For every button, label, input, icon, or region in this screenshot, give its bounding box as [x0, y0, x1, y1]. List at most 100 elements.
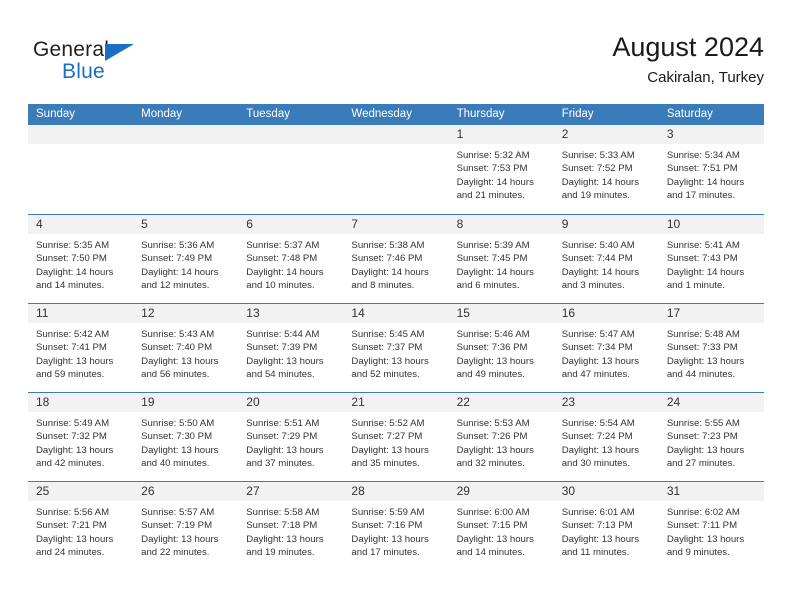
calendar-day-cell[interactable]: 8 Sunrise: 5:39 AM Sunset: 7:45 PM Daylight… — [448, 215, 554, 303]
day-number: 3 — [666, 127, 674, 141]
title-block: August 2024 Cakiralan, Turkey — [612, 30, 764, 89]
day-details: Sunrise: 5:47 AM Sunset: 7:34 PM Daylight:… — [554, 323, 659, 382]
page-title: August 2024 — [612, 32, 764, 62]
calendar-day-cell[interactable]: 27 Sunrise: 5:58 AM Sunset: 7:18 PM Dayligh… — [238, 482, 344, 570]
day-details: Sunrise: 5:59 AM Sunset: 7:16 PM Daylight:… — [343, 501, 448, 560]
calendar-day-cell[interactable]: 6 Sunrise: 5:37 AM Sunset: 7:48 PM Daylight… — [238, 215, 344, 303]
sunset-text: Sunset: 7:30 PM — [141, 431, 213, 443]
calendar-day-cell[interactable]: 16 Sunrise: 5:47 AM Sunset: 7:34 PM Dayligh… — [553, 304, 659, 392]
sunrise-text: Sunrise: 5:33 AM — [561, 150, 635, 161]
calendar-day-cell[interactable]: 12 Sunrise: 5:43 AM Sunset: 7:40 PM Dayligh… — [133, 304, 239, 392]
calendar-week-row: 11 Sunrise: 5:42 AM Sunset: 7:41 PM Dayligh… — [28, 303, 764, 392]
sunrise-text: Sunrise: 5:47 AM — [561, 329, 635, 340]
daylight-text-line1: Daylight: 13 hours — [561, 533, 640, 545]
day-number: 16 — [561, 306, 576, 320]
calendar-day-cell[interactable]: 11 Sunrise: 5:42 AM Sunset: 7:41 PM Dayligh… — [28, 304, 134, 392]
day-number-band: 17 — [658, 304, 764, 323]
day-number: 29 — [456, 484, 470, 498]
day-details — [133, 144, 238, 149]
daylight-text-line2: and 19 minutes. — [561, 190, 630, 202]
daylight-text-line1: Daylight: 13 hours — [561, 355, 640, 367]
sunset-text: Sunset: 7:23 PM — [666, 431, 738, 443]
sunset-text: Sunset: 7:39 PM — [246, 342, 318, 354]
day-number: 2 — [561, 127, 569, 141]
sunset-text: Sunset: 7:48 PM — [246, 253, 318, 265]
calendar-day-cell[interactable]: 23 Sunrise: 5:54 AM Sunset: 7:24 PM Dayligh… — [553, 393, 659, 481]
calendar-day-cell[interactable]: 22 Sunrise: 5:53 AM Sunset: 7:26 PM Dayligh… — [448, 393, 554, 481]
day-number-band: 3 — [658, 125, 764, 144]
day-number: 7 — [351, 217, 359, 231]
sunset-text: Sunset: 7:19 PM — [141, 520, 213, 532]
day-details — [28, 144, 133, 149]
sunrise-text: Sunrise: 5:51 AM — [246, 418, 320, 429]
calendar-day-cell[interactable]: 15 Sunrise: 5:46 AM Sunset: 7:36 PM Dayligh… — [448, 304, 554, 392]
sunset-text: Sunset: 7:13 PM — [561, 520, 633, 532]
daylight-text-line2: and 37 minutes. — [246, 458, 315, 470]
daylight-text-line1: Daylight: 14 hours — [561, 176, 640, 188]
calendar-day-cell[interactable]: 19 Sunrise: 5:50 AM Sunset: 7:30 PM Dayligh… — [133, 393, 239, 481]
day-number-band: 22 — [448, 393, 554, 412]
calendar-day-cell-empty — [133, 125, 239, 214]
calendar-day-cell[interactable]: 10 Sunrise: 5:41 AM Sunset: 7:43 PM Dayligh… — [658, 215, 764, 303]
calendar-day-cell[interactable]: 9 Sunrise: 5:40 AM Sunset: 7:44 PM Daylight… — [553, 215, 659, 303]
sunrise-text: Sunrise: 5:36 AM — [141, 240, 215, 251]
daylight-text-line1: Daylight: 13 hours — [141, 355, 219, 367]
day-number: 31 — [666, 484, 681, 498]
daylight-text-line1: Daylight: 13 hours — [36, 355, 114, 367]
calendar-day-cell[interactable]: 3 Sunrise: 5:34 AM Sunset: 7:51 PM Daylight… — [658, 125, 764, 214]
calendar-day-cell[interactable]: 13 Sunrise: 5:44 AM Sunset: 7:39 PM Dayligh… — [238, 304, 344, 392]
day-number: 4 — [36, 217, 43, 231]
calendar-day-cell[interactable]: 26 Sunrise: 5:57 AM Sunset: 7:19 PM Dayligh… — [133, 482, 239, 570]
calendar-day-cell[interactable]: 17 Sunrise: 5:48 AM Sunset: 7:33 PM Dayligh… — [658, 304, 764, 392]
day-number-band: 4 — [28, 215, 134, 234]
calendar-day-cell[interactable]: 25 Sunrise: 5:56 AM Sunset: 7:21 PM Dayligh… — [28, 482, 134, 570]
calendar-day-cell[interactable]: 18 Sunrise: 5:49 AM Sunset: 7:32 PM Dayligh… — [28, 393, 134, 481]
daylight-text-line2: and 10 minutes. — [246, 280, 315, 292]
weekday-header-sunday: Sunday — [36, 108, 76, 120]
sunrise-text: Sunrise: 5:59 AM — [351, 507, 425, 518]
day-number: 20 — [246, 395, 260, 409]
calendar-day-cell[interactable]: 4 Sunrise: 5:35 AM Sunset: 7:50 PM Daylight… — [28, 215, 134, 303]
weekday-header-wednesday: Wednesday — [351, 108, 412, 120]
page-subtitle: Cakiralan, Turkey — [647, 69, 764, 86]
day-number-band — [28, 125, 134, 144]
calendar-day-cell[interactable]: 21 Sunrise: 5:52 AM Sunset: 7:27 PM Dayligh… — [343, 393, 449, 481]
calendar-day-cell[interactable]: 1 Sunrise: 5:32 AM Sunset: 7:53 PM Daylight… — [448, 125, 554, 214]
day-details — [343, 144, 448, 149]
daylight-text-line2: and 17 minutes. — [666, 190, 736, 202]
daylight-text-line2: and 49 minutes. — [456, 369, 525, 381]
sunrise-text: Sunrise: 5:57 AM — [141, 507, 215, 518]
calendar-day-cell[interactable]: 31 Sunrise: 6:02 AM Sunset: 7:11 PM Dayligh… — [658, 482, 764, 570]
daylight-text-line2: and 24 minutes. — [36, 547, 105, 559]
day-number-band: 14 — [343, 304, 449, 323]
day-number: 8 — [456, 217, 464, 231]
calendar-day-cell[interactable]: 7 Sunrise: 5:38 AM Sunset: 7:46 PM Daylight… — [343, 215, 449, 303]
calendar-day-cell[interactable]: 5 Sunrise: 5:36 AM Sunset: 7:49 PM Daylight… — [133, 215, 239, 303]
calendar-page: General Blue August 2024 Cakiralan, Turk… — [0, 0, 792, 612]
day-details: Sunrise: 5:42 AM Sunset: 7:41 PM Daylight:… — [28, 323, 133, 382]
weekday-header-thursday: Thursday — [456, 108, 505, 120]
calendar-day-cell[interactable]: 28 Sunrise: 5:59 AM Sunset: 7:16 PM Dayligh… — [343, 482, 449, 570]
sunset-text: Sunset: 7:49 PM — [141, 253, 213, 265]
calendar-day-cell[interactable]: 29 Sunrise: 6:00 AM Sunset: 7:15 PM Dayligh… — [448, 482, 554, 570]
daylight-text-line1: Daylight: 14 hours — [36, 266, 114, 278]
calendar-day-cell[interactable]: 20 Sunrise: 5:51 AM Sunset: 7:29 PM Dayligh… — [238, 393, 344, 481]
sunrise-text: Sunrise: 5:42 AM — [36, 329, 110, 340]
day-details: Sunrise: 5:37 AM Sunset: 7:48 PM Daylight:… — [238, 234, 343, 293]
day-number-band: 19 — [133, 393, 239, 412]
calendar-day-cell[interactable]: 14 Sunrise: 5:45 AM Sunset: 7:37 PM Dayligh… — [343, 304, 449, 392]
calendar-day-cell[interactable]: 2 Sunrise: 5:33 AM Sunset: 7:52 PM Daylight… — [553, 125, 659, 214]
daylight-text-line1: Daylight: 14 hours — [666, 176, 745, 188]
day-details: Sunrise: 6:01 AM Sunset: 7:13 PM Daylight:… — [554, 501, 659, 560]
day-details: Sunrise: 5:54 AM Sunset: 7:24 PM Daylight:… — [554, 412, 659, 471]
day-details: Sunrise: 5:33 AM Sunset: 7:52 PM Daylight:… — [554, 144, 659, 203]
calendar-day-cell[interactable]: 30 Sunrise: 6:01 AM Sunset: 7:13 PM Dayligh… — [553, 482, 659, 570]
daylight-text-line1: Daylight: 13 hours — [36, 533, 114, 545]
daylight-text-line1: Daylight: 13 hours — [666, 355, 745, 367]
calendar-day-cell[interactable]: 24 Sunrise: 5:55 AM Sunset: 7:23 PM Dayligh… — [658, 393, 764, 481]
day-number: 10 — [666, 217, 681, 231]
daylight-text-line2: and 27 minutes. — [666, 458, 736, 470]
general-blue-logo[interactable]: General Blue — [33, 38, 163, 84]
daylight-text-line1: Daylight: 14 hours — [561, 266, 640, 278]
day-number: 9 — [561, 217, 569, 231]
